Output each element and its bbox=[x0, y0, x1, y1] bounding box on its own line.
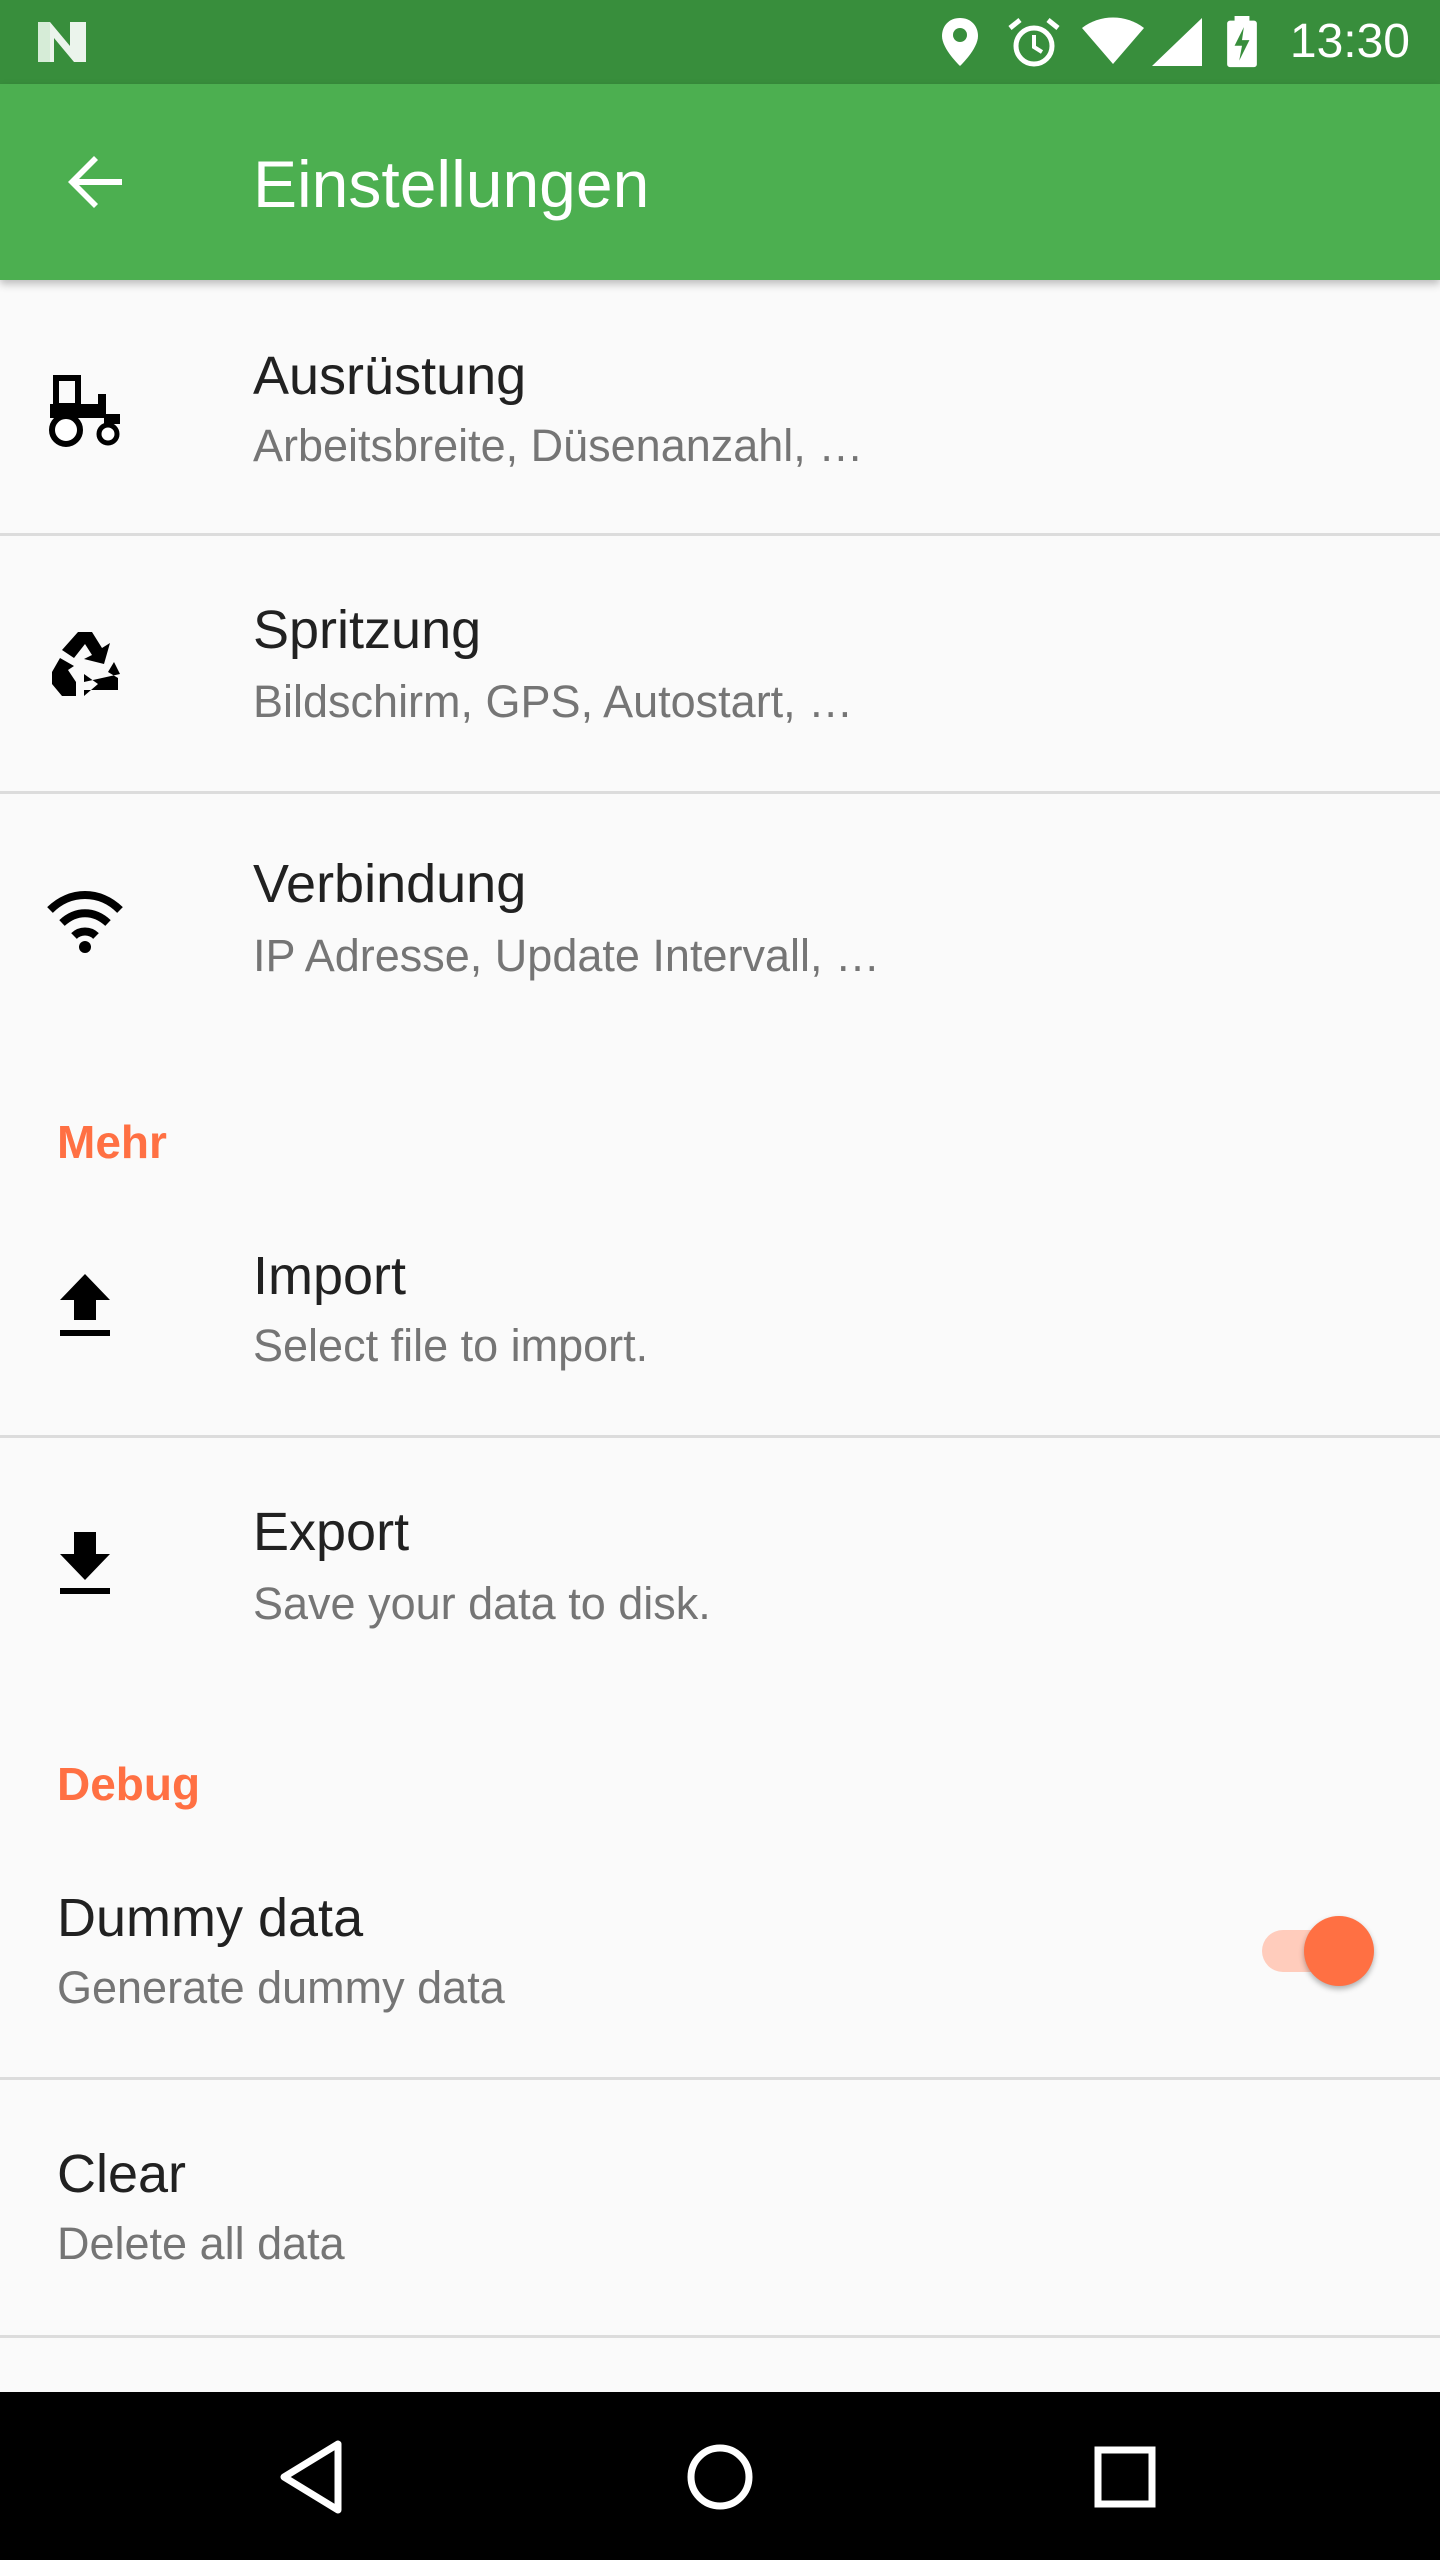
battery-charging-icon bbox=[1227, 16, 1257, 68]
download-icon bbox=[60, 1532, 110, 1594]
pref-clear[interactable]: Clear Delete all data bbox=[0, 2080, 1440, 2336]
pref-summary: Generate dummy data bbox=[57, 1962, 505, 2013]
tractor-icon bbox=[49, 375, 120, 447]
page-title: Einstellungen bbox=[253, 147, 650, 221]
pref-spritzung[interactable]: Spritzung Bildschirm, GPS, Autostart, … bbox=[0, 536, 1440, 792]
pref-verbindung[interactable]: Verbindung IP Adresse, Update Intervall,… bbox=[0, 794, 1440, 1030]
category-debug-header: Debug bbox=[57, 1758, 201, 1810]
category-more-header: Mehr bbox=[57, 1116, 167, 1168]
clock: 13:30 bbox=[1289, 15, 1410, 68]
pref-title: Verbindung bbox=[253, 854, 527, 914]
pref-dummy-data[interactable]: Dummy data Generate dummy data bbox=[0, 1822, 1440, 2078]
pref-summary: Bildschirm, GPS, Autostart, … bbox=[253, 676, 854, 727]
recycle-icon bbox=[52, 632, 120, 696]
arrow-back-icon[interactable] bbox=[64, 150, 128, 214]
wifi-icon bbox=[1082, 17, 1144, 64]
switch-thumb bbox=[1304, 1916, 1374, 1986]
alarm-icon bbox=[1008, 18, 1060, 67]
pref-title: Import bbox=[253, 1246, 407, 1306]
pref-import[interactable]: Import Select file to import. bbox=[0, 1180, 1440, 1436]
wifi-icon bbox=[47, 891, 123, 953]
pref-summary: IP Adresse, Update Intervall, … bbox=[253, 930, 880, 981]
location-icon bbox=[942, 18, 978, 66]
status-bar: 13:30 bbox=[0, 0, 1440, 84]
pref-export[interactable]: Export Save your data to disk. bbox=[0, 1438, 1440, 1674]
recents-square-icon[interactable] bbox=[1080, 2432, 1170, 2522]
pref-summary: Save your data to disk. bbox=[253, 1578, 711, 1629]
pref-title: Spritzung bbox=[253, 600, 482, 660]
upload-icon bbox=[60, 1274, 110, 1336]
cell-signal-icon bbox=[1152, 18, 1202, 66]
divider bbox=[0, 2335, 1440, 2338]
home-circle-icon[interactable] bbox=[675, 2432, 765, 2522]
pref-summary: Arbeitsbreite, Düsenanzahl, … bbox=[253, 420, 864, 471]
back-triangle-icon[interactable] bbox=[270, 2432, 360, 2522]
dummy-data-switch[interactable] bbox=[1260, 1908, 1378, 1986]
pref-ausruestung[interactable]: Ausrüstung Arbeitsbreite, Düsenanzahl, … bbox=[0, 280, 1440, 534]
app-bar: Einstellungen bbox=[0, 84, 1440, 280]
notification-n-icon bbox=[38, 22, 86, 62]
pref-title: Export bbox=[253, 1502, 410, 1562]
pref-title: Ausrüstung bbox=[253, 346, 527, 406]
pref-summary: Delete all data bbox=[57, 2218, 345, 2269]
pref-title: Clear bbox=[57, 2144, 187, 2204]
settings-screen: 13:30 Einstellungen Ausrüstung Arbeitsbr… bbox=[0, 0, 1440, 2560]
pref-summary: Select file to import. bbox=[253, 1320, 649, 1371]
navigation-bar bbox=[0, 2392, 1440, 2560]
pref-title: Dummy data bbox=[57, 1888, 364, 1948]
